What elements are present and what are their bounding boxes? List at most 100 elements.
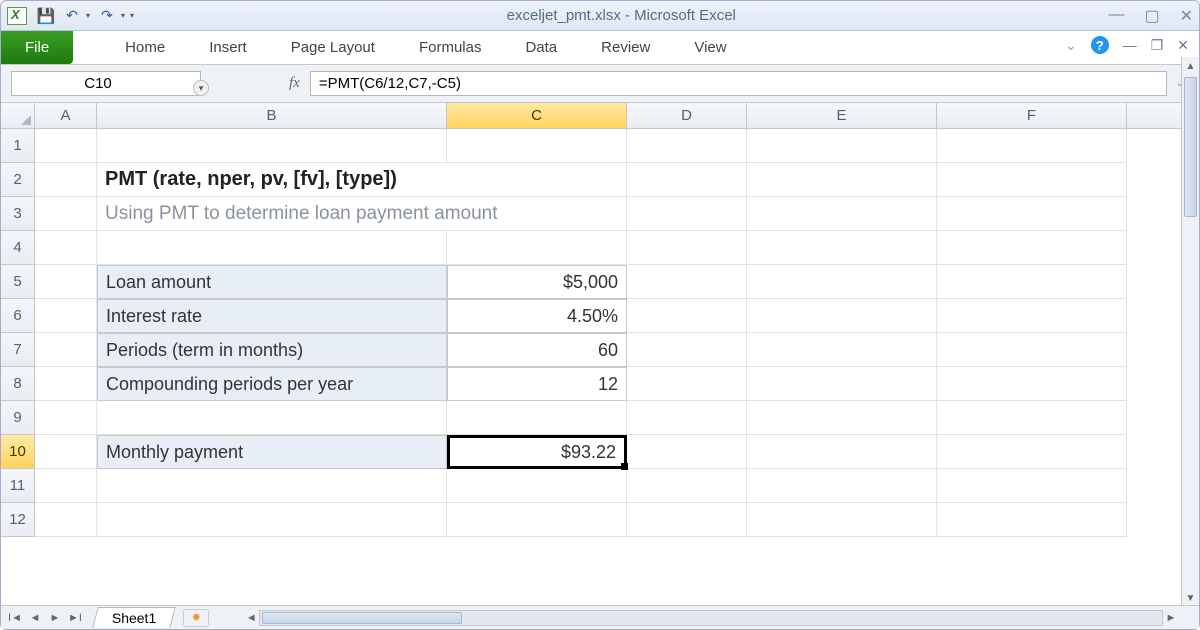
cell[interactable] bbox=[937, 367, 1127, 401]
vertical-scrollbar[interactable]: ▲ ▼ bbox=[1181, 57, 1199, 607]
row-header[interactable]: 6 bbox=[1, 299, 35, 333]
fx-icon[interactable]: fx bbox=[289, 75, 300, 92]
cell[interactable] bbox=[97, 503, 447, 537]
formula-input[interactable]: =PMT(C6/12,C7,-C5) bbox=[310, 71, 1167, 96]
cell[interactable] bbox=[937, 469, 1127, 503]
cell-label[interactable]: Monthly payment bbox=[97, 435, 447, 469]
cell[interactable] bbox=[627, 299, 747, 333]
maximize-button[interactable]: ▢ bbox=[1144, 6, 1159, 26]
cell[interactable] bbox=[747, 163, 937, 197]
cell[interactable] bbox=[35, 503, 97, 537]
save-icon[interactable]: 💾 bbox=[37, 7, 55, 25]
select-all-corner[interactable] bbox=[1, 103, 35, 128]
redo-icon[interactable]: ↷ bbox=[98, 7, 116, 25]
tab-review[interactable]: Review bbox=[579, 31, 672, 64]
hscroll-left-icon[interactable]: ◄ bbox=[243, 612, 259, 624]
cell[interactable] bbox=[747, 265, 937, 299]
sheet-nav-first-icon[interactable]: I◄ bbox=[7, 612, 23, 624]
hscroll-thumb[interactable] bbox=[262, 612, 462, 624]
cell[interactable] bbox=[627, 503, 747, 537]
cell[interactable] bbox=[937, 265, 1127, 299]
cell[interactable] bbox=[35, 163, 97, 197]
cell-value[interactable]: 12 bbox=[447, 367, 627, 401]
cell-label[interactable]: Compounding periods per year bbox=[97, 367, 447, 401]
cell[interactable] bbox=[35, 401, 97, 435]
sheet-nav-next-icon[interactable]: ► bbox=[47, 612, 63, 624]
cell[interactable] bbox=[447, 129, 627, 163]
col-header-e[interactable]: E bbox=[747, 103, 937, 128]
cell[interactable] bbox=[627, 163, 747, 197]
row-header[interactable]: 2 bbox=[1, 163, 35, 197]
cell[interactable] bbox=[937, 129, 1127, 163]
sheet-nav-last-icon[interactable]: ►I bbox=[67, 612, 83, 624]
col-header-a[interactable]: A bbox=[35, 103, 97, 128]
cell-value[interactable]: $5,000 bbox=[447, 265, 627, 299]
sheet-tab[interactable]: Sheet1 bbox=[92, 607, 176, 628]
cell[interactable] bbox=[627, 129, 747, 163]
cell[interactable] bbox=[747, 401, 937, 435]
cell[interactable] bbox=[627, 333, 747, 367]
cell[interactable] bbox=[627, 401, 747, 435]
row-header[interactable]: 3 bbox=[1, 197, 35, 231]
cell[interactable] bbox=[937, 401, 1127, 435]
cell[interactable] bbox=[97, 129, 447, 163]
col-header-b[interactable]: B bbox=[97, 103, 447, 128]
hscroll-right-icon[interactable]: ► bbox=[1163, 612, 1179, 624]
tab-insert[interactable]: Insert bbox=[187, 31, 269, 64]
cell-label[interactable]: Periods (term in months) bbox=[97, 333, 447, 367]
name-box-dropdown-icon[interactable]: ▾ bbox=[193, 80, 209, 96]
cell[interactable] bbox=[35, 299, 97, 333]
cell-subheading[interactable]: Using PMT to determine loan payment amou… bbox=[97, 197, 447, 231]
cell[interactable] bbox=[35, 435, 97, 469]
tab-data[interactable]: Data bbox=[503, 31, 579, 64]
undo-icon[interactable]: ↶ bbox=[63, 7, 81, 25]
scroll-thumb[interactable] bbox=[1184, 77, 1197, 217]
cell-heading[interactable]: PMT (rate, nper, pv, [fv], [type]) bbox=[97, 163, 447, 197]
cell[interactable] bbox=[937, 299, 1127, 333]
row-header[interactable]: 7 bbox=[1, 333, 35, 367]
cell[interactable] bbox=[747, 435, 937, 469]
sheet-nav-prev-icon[interactable]: ◄ bbox=[27, 612, 43, 624]
cell[interactable] bbox=[35, 367, 97, 401]
col-header-d[interactable]: D bbox=[627, 103, 747, 128]
workbook-minimize-icon[interactable]: ― bbox=[1123, 37, 1137, 53]
cell[interactable] bbox=[35, 265, 97, 299]
cell[interactable] bbox=[747, 367, 937, 401]
cell[interactable] bbox=[35, 469, 97, 503]
cell[interactable] bbox=[35, 333, 97, 367]
cell[interactable] bbox=[747, 129, 937, 163]
new-sheet-icon[interactable]: ✸ bbox=[183, 609, 209, 627]
cell[interactable] bbox=[97, 401, 447, 435]
cell[interactable] bbox=[747, 197, 937, 231]
row-header[interactable]: 1 bbox=[1, 129, 35, 163]
workbook-close-icon[interactable]: ✕ bbox=[1177, 37, 1189, 54]
workbook-restore-icon[interactable]: ❐ bbox=[1151, 37, 1164, 54]
cell[interactable] bbox=[747, 333, 937, 367]
cell[interactable] bbox=[447, 197, 627, 231]
cell-label[interactable]: Loan amount bbox=[97, 265, 447, 299]
cell[interactable] bbox=[627, 469, 747, 503]
cell[interactable] bbox=[937, 435, 1127, 469]
cell[interactable] bbox=[747, 469, 937, 503]
col-header-c[interactable]: C bbox=[447, 103, 627, 128]
tab-view[interactable]: View bbox=[672, 31, 748, 64]
cell[interactable] bbox=[747, 299, 937, 333]
tab-page-layout[interactable]: Page Layout bbox=[269, 31, 397, 64]
cell[interactable] bbox=[627, 265, 747, 299]
cell[interactable] bbox=[97, 469, 447, 503]
ribbon-minimize-icon[interactable]: ⌄ bbox=[1065, 37, 1077, 54]
cell[interactable] bbox=[627, 367, 747, 401]
cell[interactable] bbox=[447, 231, 627, 265]
cell[interactable] bbox=[447, 163, 627, 197]
cell[interactable] bbox=[447, 401, 627, 435]
help-icon[interactable]: ? bbox=[1091, 36, 1109, 54]
cell-label[interactable]: Interest rate bbox=[97, 299, 447, 333]
row-header[interactable]: 9 bbox=[1, 401, 35, 435]
col-header-f[interactable]: F bbox=[937, 103, 1127, 128]
cell[interactable] bbox=[627, 231, 747, 265]
cell[interactable] bbox=[627, 435, 747, 469]
horizontal-scrollbar[interactable] bbox=[259, 610, 1163, 626]
row-header[interactable]: 10 bbox=[1, 435, 35, 469]
cell[interactable] bbox=[747, 503, 937, 537]
close-button[interactable]: ✕ bbox=[1180, 6, 1193, 26]
